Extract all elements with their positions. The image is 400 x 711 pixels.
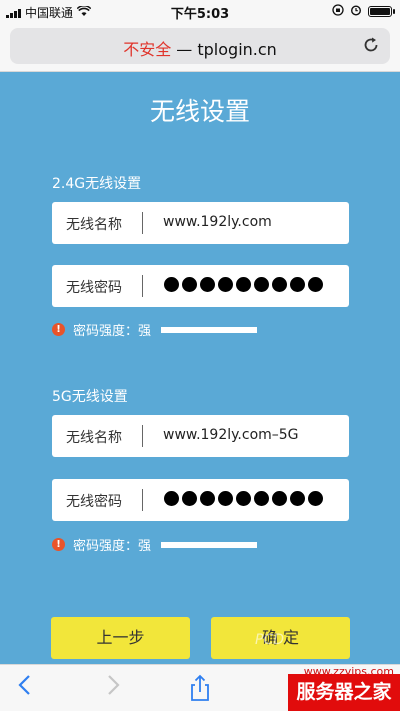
ssid-5g-field[interactable]: 无线名称 www.192ly.com–5G xyxy=(52,415,349,457)
ssid-24g-label: 无线名称 xyxy=(66,217,122,233)
field-divider xyxy=(142,275,143,297)
address-bar[interactable]: 不安全 — tplogin.cn xyxy=(10,28,390,64)
section-title-5g: 5G无线设置 xyxy=(52,389,128,405)
password-mask-dot xyxy=(308,491,323,506)
password-mask-dot xyxy=(182,491,197,506)
password-mask-dot xyxy=(290,277,305,292)
strength-value: 强 xyxy=(138,539,152,554)
password-strength-5g: ! 密码强度： 强 xyxy=(52,535,258,554)
password-mask-dot xyxy=(308,277,323,292)
forward-chevron-icon[interactable] xyxy=(99,674,129,702)
password-mask-dot xyxy=(272,277,287,292)
status-bar: 中国联通 下午5:03 xyxy=(0,0,400,22)
password-mask-dot xyxy=(164,277,179,292)
ssid-24g-input[interactable]: www.192ly.com xyxy=(163,214,272,230)
password-mask-dot xyxy=(254,491,269,506)
password-mask-dot xyxy=(218,277,233,292)
back-button[interactable]: 上一步 xyxy=(51,617,190,659)
password-24g-field[interactable]: 无线密码 xyxy=(52,265,349,307)
password-strength-24g: ! 密码强度： 强 xyxy=(52,320,258,339)
page-title: 无线设置 xyxy=(149,97,250,126)
ssid-24g-field[interactable]: 无线名称 www.192ly.com xyxy=(52,202,349,244)
password-5g-input[interactable] xyxy=(164,491,323,506)
orientation-lock-icon xyxy=(332,4,344,19)
ssid-5g-input[interactable]: www.192ly.com–5G xyxy=(163,427,299,443)
strength-label: 密码强度： xyxy=(73,539,139,554)
password-mask-dot xyxy=(164,491,179,506)
password-mask-dot xyxy=(290,491,305,506)
strength-label: 密码强度： xyxy=(73,324,139,339)
ssid-5g-label: 无线名称 xyxy=(66,430,122,446)
password-mask-dot xyxy=(272,491,287,506)
reload-icon[interactable] xyxy=(360,35,382,57)
password-mask-dot xyxy=(218,491,233,506)
back-chevron-icon[interactable] xyxy=(9,674,39,702)
strength-value: 强 xyxy=(138,324,152,339)
field-divider xyxy=(142,212,143,234)
warning-icon: ! xyxy=(52,323,65,336)
warning-icon: ! xyxy=(52,538,65,551)
section-title-24g: 2.4G无线设置 xyxy=(52,176,142,192)
password-mask-dot xyxy=(182,277,197,292)
browser-address-area: 不安全 — tplogin.cn xyxy=(0,22,400,72)
share-icon[interactable] xyxy=(185,674,215,702)
field-divider xyxy=(142,489,143,511)
alarm-icon xyxy=(350,4,362,19)
insecure-label: 不安全 xyxy=(123,40,172,59)
watermark-logo: 服务器之家 xyxy=(288,674,400,711)
password-24g-label: 无线密码 xyxy=(66,280,122,296)
password-mask-dot xyxy=(200,277,215,292)
password-mask-dot xyxy=(200,491,215,506)
strength-bar xyxy=(161,326,258,333)
password-mask-dot xyxy=(254,277,269,292)
password-5g-label: 无线密码 xyxy=(66,494,122,510)
battery-icon xyxy=(368,6,395,17)
password-mask-dot xyxy=(236,277,251,292)
strength-bar xyxy=(161,541,258,548)
address-separator: — xyxy=(171,40,198,59)
address-domain: tplogin.cn xyxy=(197,40,277,59)
password-5g-field[interactable]: 无线密码 xyxy=(52,479,349,521)
watermark-faint: PCD xyxy=(255,632,284,648)
field-divider xyxy=(142,425,143,447)
address-text: 不安全 — tplogin.cn xyxy=(10,36,390,60)
password-24g-input[interactable] xyxy=(164,277,323,292)
password-mask-dot xyxy=(236,491,251,506)
